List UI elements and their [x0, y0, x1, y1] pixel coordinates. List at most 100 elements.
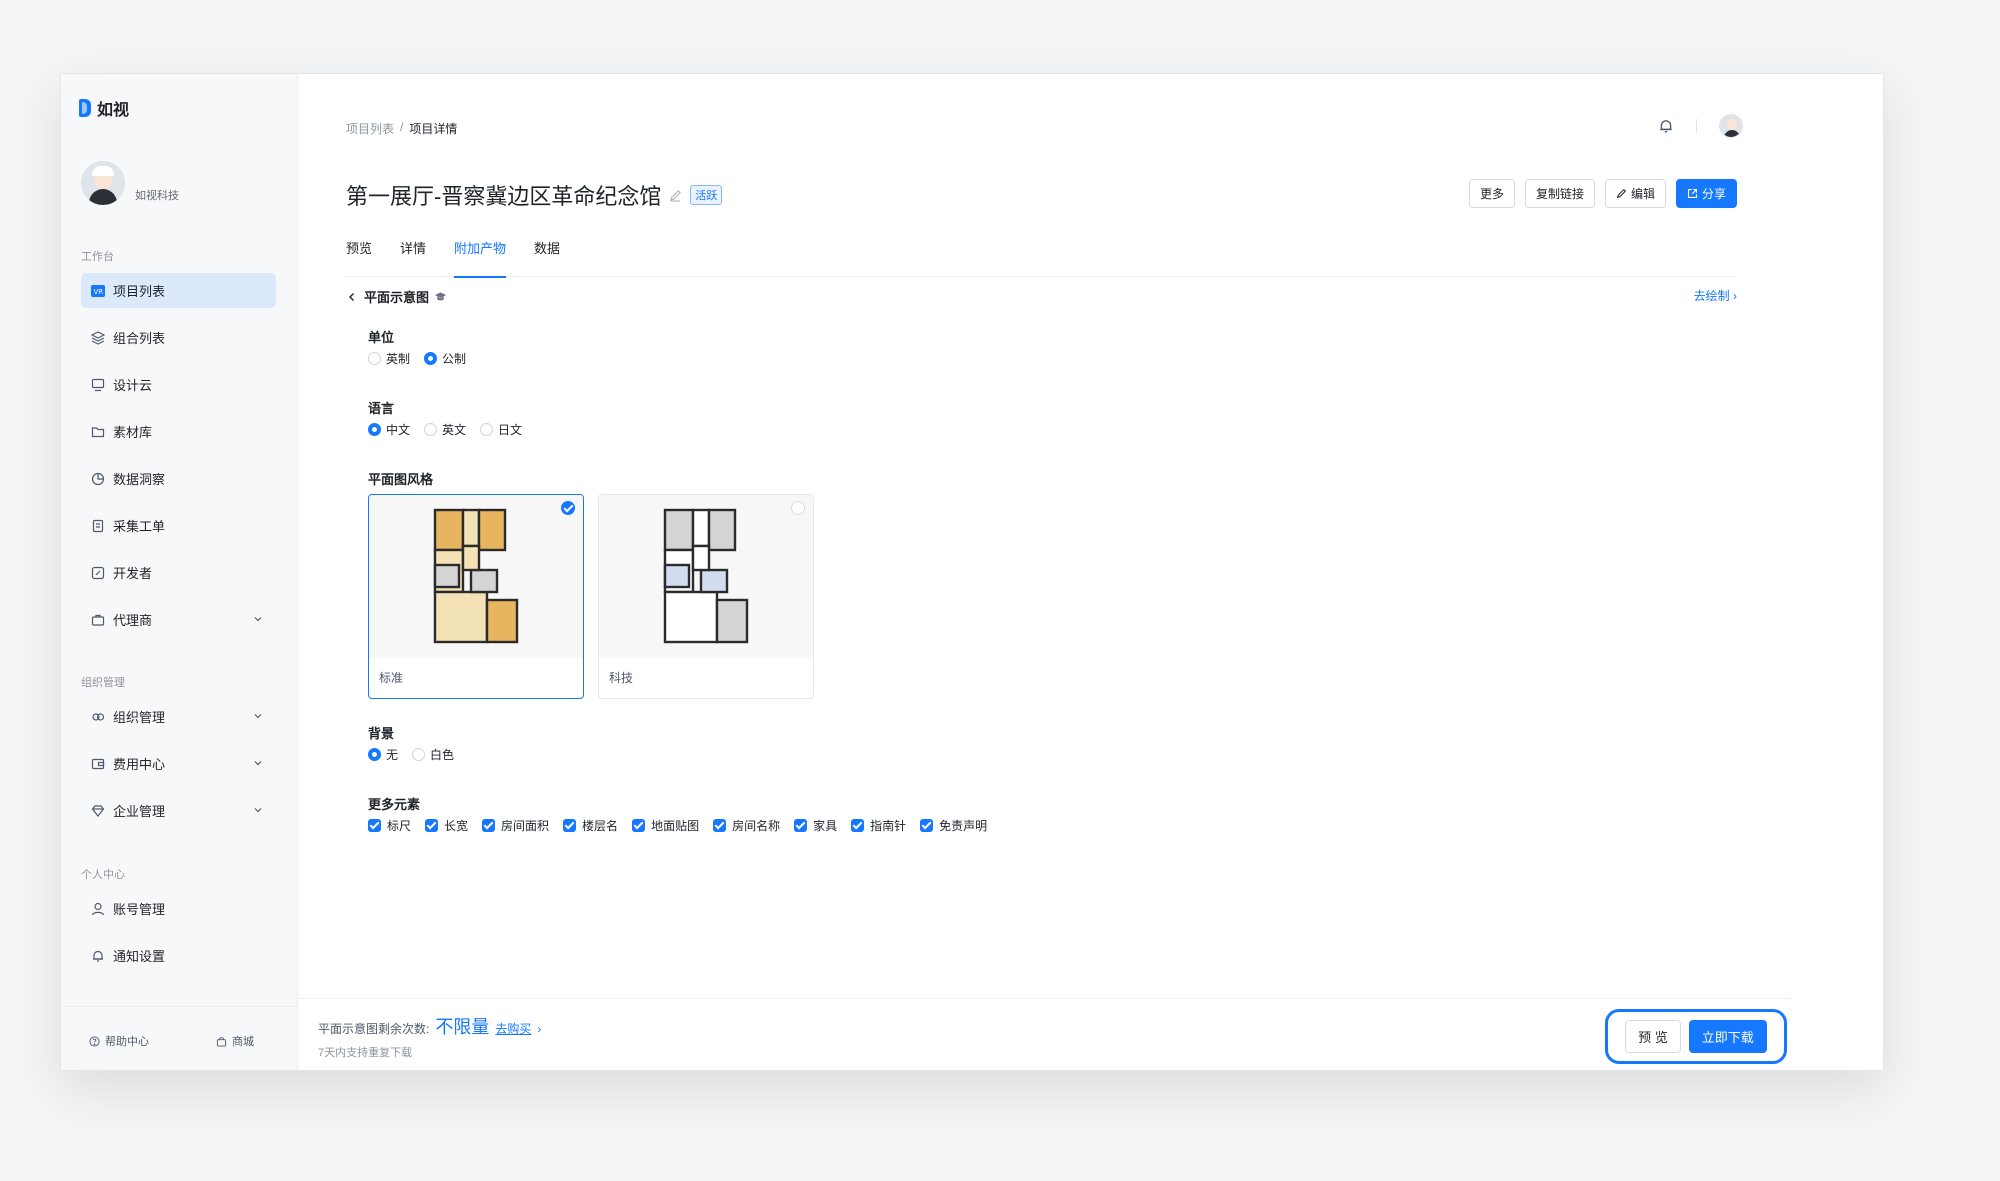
back-chevron-icon[interactable] [346, 291, 358, 303]
group-title-personal: 个人中心 [81, 869, 125, 881]
sidebar-item-design-cloud[interactable]: 设计云 [81, 367, 276, 402]
checkbox-label: 家具 [813, 819, 838, 833]
share-button[interactable]: 分享 [1675, 179, 1737, 208]
background-radio-none[interactable]: 无 [368, 746, 398, 763]
profile[interactable]: 如视科技 [81, 161, 179, 205]
divider [1696, 119, 1697, 133]
more-button[interactable]: 更多 [1468, 179, 1515, 208]
checkbox-furniture[interactable]: 家具 [794, 817, 837, 834]
group-title-org: 组织管理 [81, 677, 125, 689]
app-logo[interactable]: 如视 [79, 96, 129, 120]
draw-link[interactable]: 去绘制 › [1694, 287, 1737, 304]
document-icon [91, 519, 105, 533]
sidebar-item-agents[interactable]: 代理商 [81, 602, 276, 637]
sidebar-item-materials[interactable]: 素材库 [81, 414, 276, 449]
breadcrumb: 项目列表 / 项目详情 [346, 120, 457, 137]
download-button[interactable]: 立即下载 [1688, 1020, 1767, 1053]
shop-link[interactable]: 商城 [216, 1033, 254, 1049]
tab-details[interactable]: 详情 [400, 231, 426, 277]
section-title: 平面示意图 [364, 290, 430, 305]
help-icon [89, 1035, 100, 1047]
unit-radio-imperial[interactable]: 英制 [368, 350, 410, 367]
user-avatar[interactable] [1719, 114, 1743, 138]
sidebar-item-label: 素材库 [113, 425, 153, 440]
checkbox-floor-texture[interactable]: 地面贴图 [632, 817, 699, 834]
sidebar-item-label: 采集工单 [113, 519, 166, 534]
sidebar-item-projects[interactable]: VR 项目列表 [81, 273, 276, 308]
style-card-tech[interactable]: 科技 [598, 494, 814, 699]
breadcrumb-current: 项目详情 [409, 122, 458, 136]
radio-dot [368, 423, 381, 436]
bell-icon[interactable] [1658, 118, 1674, 134]
tab-data[interactable]: 数据 [534, 231, 560, 277]
language-radio-english[interactable]: 英文 [424, 421, 466, 438]
page-title: 第一展厅-晋察冀边区革命纪念馆 [346, 184, 662, 209]
download-actions: 预 览 立即下载 [1605, 1009, 1787, 1064]
svg-text:VR: VR [94, 288, 104, 296]
user-icon [91, 902, 105, 916]
chevron-down-icon [254, 761, 262, 766]
redownload-note: 7天内支持重复下载 [318, 1047, 413, 1059]
sidebar-item-billing[interactable]: 费用中心 [81, 746, 276, 781]
breadcrumb-parent[interactable]: 项目列表 [346, 120, 394, 137]
buy-link[interactable]: 去购买 [495, 1020, 531, 1037]
checkbox-icon [368, 819, 381, 832]
checkbox-disclaimer[interactable]: 免责声明 [920, 817, 987, 834]
checkbox-label: 长宽 [444, 819, 469, 833]
checkbox-room-area[interactable]: 房间面积 [482, 817, 549, 834]
checkbox-ruler[interactable]: 标尺 [368, 817, 411, 834]
share-label: 分享 [1701, 187, 1726, 201]
sidebar-item-enterprise[interactable]: 企业管理 [81, 793, 276, 828]
checkbox-floor-name[interactable]: 楼层名 [563, 817, 618, 834]
diamond-icon [91, 804, 105, 818]
help-center-link[interactable]: 帮助中心 [89, 1033, 149, 1049]
floorplan-tech-thumbnail [599, 495, 813, 658]
sidebar-item-label: 费用中心 [113, 757, 166, 772]
share-icon [1688, 189, 1697, 198]
copy-link-button[interactable]: 复制链接 [1524, 179, 1595, 208]
briefcase-icon [91, 613, 105, 627]
radio-label: 英文 [442, 423, 467, 437]
style-label: 平面图风格 [368, 472, 434, 487]
sidebar-item-notifications[interactable]: 通知设置 [81, 938, 276, 973]
sidebar-item-org-management[interactable]: 组织管理 [81, 699, 276, 734]
pie-chart-icon [91, 472, 105, 486]
more-label: 更多 [1479, 187, 1504, 201]
edit-label: 编辑 [1630, 187, 1655, 201]
language-label: 语言 [368, 401, 395, 416]
sidebar-item-label: 账号管理 [113, 902, 166, 917]
sidebar-footer: 帮助中心 商城 [61, 1006, 298, 1070]
tab-preview[interactable]: 预览 [346, 231, 372, 277]
main-content: 项目列表 / 项目详情 第一展厅-晋察冀边区革命纪念馆 活跃 更多 复制链接 编… [298, 74, 1883, 1070]
copy-link-label: 复制链接 [1535, 187, 1584, 201]
checkbox-compass[interactable]: 指南针 [851, 817, 906, 834]
checkbox-dimensions[interactable]: 长宽 [425, 817, 468, 834]
org-icon [91, 710, 105, 724]
floorplan-standard-thumbnail [369, 495, 583, 658]
breadcrumb-separator: / [400, 120, 404, 134]
edit-title-icon[interactable] [669, 189, 682, 202]
background-radio-white[interactable]: 白色 [412, 746, 454, 763]
sidebar-item-account[interactable]: 账号管理 [81, 891, 276, 926]
sidebar-item-developer[interactable]: 开发者 [81, 555, 276, 590]
sidebar-item-insights[interactable]: 数据洞察 [81, 461, 276, 496]
language-radio-chinese[interactable]: 中文 [368, 421, 410, 438]
language-radio-japanese[interactable]: 日文 [480, 421, 522, 438]
tab-extras[interactable]: 附加产物 [454, 231, 507, 278]
floorplan-standard-image [433, 508, 519, 644]
top-icons [1658, 114, 1743, 138]
unit-radio-metric[interactable]: 公制 [424, 350, 466, 367]
sidebar-item-combos[interactable]: 组合列表 [81, 320, 276, 355]
style-card-label: 标准 [379, 671, 404, 685]
preview-button[interactable]: 预 览 [1625, 1020, 1681, 1053]
sidebar-item-work-orders[interactable]: 采集工单 [81, 508, 276, 543]
style-card-label: 科技 [609, 671, 634, 685]
unit-radio-group: 英制 公制 [368, 350, 466, 367]
logo-icon [79, 99, 91, 117]
sidebar-item-label: 数据洞察 [113, 472, 166, 487]
edit-button[interactable]: 编辑 [1604, 179, 1666, 208]
checkbox-room-name[interactable]: 房间名称 [713, 817, 780, 834]
checkbox-icon [794, 819, 808, 832]
wallet-icon [91, 757, 105, 771]
style-card-standard[interactable]: 标准 [368, 494, 584, 699]
